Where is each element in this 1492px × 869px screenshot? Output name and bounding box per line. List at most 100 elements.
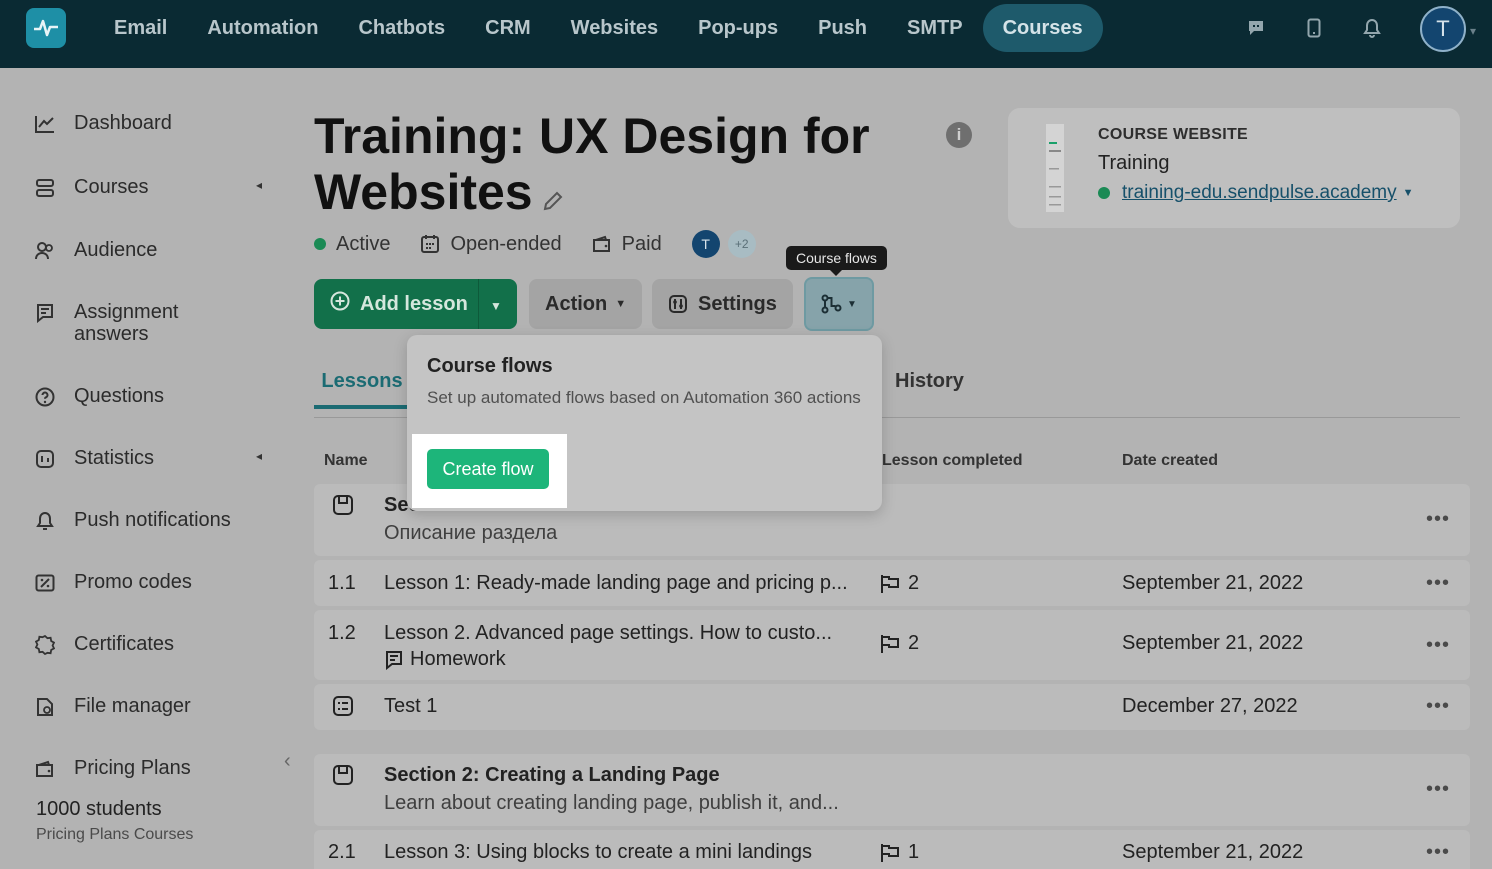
more-options-icon[interactable]: ••• [1426,841,1450,864]
sidebar-item-assignment-answers[interactable]: Assignment answers [34,301,214,345]
more-options-icon[interactable]: ••• [1426,508,1450,531]
lesson-number: 1.2 [328,622,356,644]
section-description: Описание раздела [384,522,558,544]
more-authors-badge[interactable]: +2 [727,230,756,258]
author-avatar[interactable]: T [691,230,720,258]
column-header-date[interactable]: Date created [1122,452,1218,470]
sidebar-label: Audience [74,239,158,261]
chevron-down-icon[interactable]: ▼ [1403,187,1414,199]
website-thumbnail[interactable] [1042,124,1068,212]
sidebar-item-certificates[interactable]: Certificates [34,633,174,656]
homework-icon [386,650,402,670]
user-avatar[interactable]: T [1420,6,1466,52]
test-title[interactable]: Test 1 [384,695,437,718]
nav-automation[interactable]: Automation [187,4,338,52]
table-row[interactable]: Test 1 December 27, 2022 ••• [314,684,1470,730]
duration-info: Open-ended [420,232,562,256]
duration-text: Open-ended [450,232,562,255]
status-text: Active [336,232,391,255]
mobile-icon[interactable] [1298,10,1330,46]
sidebar-item-courses[interactable]: Courses ◂ [34,176,262,199]
website-url-link[interactable]: training-edu.sendpulse.academy ▼ [1098,182,1414,204]
sidebar-item-statistics[interactable]: Statistics ◂ [34,447,262,470]
more-options-icon[interactable]: ••• [1426,695,1450,718]
page-title: Training: UX Design for Websites [314,108,924,224]
wallet-icon [592,235,612,253]
split-divider [478,279,479,329]
popover-title: Course flows [427,355,553,377]
nav-crm[interactable]: CRM [465,4,551,52]
sidebar-item-questions[interactable]: Questions [34,385,164,408]
website-label: COURSE WEBSITE [1098,126,1248,143]
plan-count: 1000 students [36,798,162,820]
nav-courses[interactable]: Courses [982,4,1103,52]
price-info: Paid [592,233,662,256]
more-options-icon[interactable]: ••• [1426,634,1450,657]
lesson-completed: 2 [880,632,919,655]
sidebar-item-push-notifications[interactable]: Push notifications [34,509,231,532]
info-icon[interactable]: i [946,122,972,148]
sidebar: Dashboard Courses ◂ Audience Assignment … [0,68,300,869]
website-url-text[interactable]: training-edu.sendpulse.academy [1122,182,1397,204]
sendpulse-logo-icon[interactable] [26,8,66,48]
more-options-icon[interactable]: ••• [1426,572,1450,595]
date-created: September 21, 2022 [1122,632,1304,654]
status-badge: Active [314,233,390,256]
column-header-completed[interactable]: Lesson completed [882,452,1022,470]
sidebar-item-promo-codes[interactable]: Promo codes [34,571,192,594]
settings-button[interactable]: Settings [652,279,793,329]
course-title-text: Training: UX Design for Websites [314,108,870,220]
chevron-down-icon[interactable]: ▾ [1470,24,1476,38]
course-meta: Active Open-ended Paid T +2 [314,230,756,258]
nav-popups[interactable]: Pop-ups [678,4,798,52]
caret-left-icon: ◂ [256,178,263,192]
add-lesson-button[interactable]: Add lesson ▼ [314,279,517,329]
chevron-down-icon[interactable]: ▼ [490,299,502,313]
edit-pencil-icon[interactable] [541,168,565,224]
nav-email[interactable]: Email [94,4,187,52]
tab-lessons[interactable]: Lessons [314,370,410,409]
nav-websites[interactable]: Websites [551,4,678,52]
sidebar-item-pricing-plans[interactable]: Pricing Plans [34,757,191,780]
layers-icon [34,177,56,199]
nav-push[interactable]: Push [798,4,887,52]
tab-history[interactable]: History [895,370,964,393]
more-options-icon[interactable]: ••• [1426,778,1450,801]
lesson-completed: 1 [880,841,919,864]
completed-count: 2 [908,572,920,594]
popover-description: Set up automated flows based on Automati… [427,388,861,407]
collapse-sidebar-chevron-icon[interactable]: ‹ [284,750,291,773]
section-row[interactable]: Section 2: Creating a Landing Page Learn… [314,754,1470,826]
table-row[interactable]: 1.1 Lesson 1: Ready-made landing page an… [314,560,1470,606]
homework-tag: Homework [384,648,506,671]
sidebar-label: Assignment answers [74,301,179,345]
highlight-spotlight: Create flow [412,434,567,508]
lesson-title[interactable]: Lesson 3: Using blocks to create a mini … [384,841,812,864]
sidebar-item-dashboard[interactable]: Dashboard [34,112,172,135]
chevron-down-icon: ▼ [847,298,857,310]
sidebar-item-file-manager[interactable]: File manager [34,695,191,718]
lesson-title[interactable]: Lesson 1: Ready-made landing page and pr… [384,572,848,595]
action-button[interactable]: Action ▼ [529,279,643,329]
course-flows-button[interactable]: ▼ [804,277,874,331]
bell-icon [34,510,56,532]
sidebar-label: Pricing Plans [74,757,191,779]
nav-chatbots[interactable]: Chatbots [338,4,465,52]
table-row[interactable]: 1.2 Lesson 2. Advanced page settings. Ho… [314,610,1470,680]
table-row[interactable]: 2.1 Lesson 3: Using blocks to create a m… [314,830,1470,869]
chat-icon[interactable] [1240,10,1272,46]
create-flow-button[interactable]: Create flow [427,449,549,489]
notifications-bell-icon[interactable] [1356,10,1388,46]
sidebar-label: Dashboard [74,112,172,134]
sidebar-item-audience[interactable]: Audience [34,239,157,262]
nav-smtp[interactable]: SMTP [887,4,983,52]
calendar-icon [420,234,440,254]
status-dot-icon [1098,187,1110,199]
column-header-name[interactable]: Name [324,452,368,470]
lesson-title[interactable]: Lesson 2. Advanced page settings. How to… [384,622,832,645]
section-title[interactable]: Section 2: Creating a Landing Page [384,764,720,787]
section-icon [332,764,354,792]
top-navbar: Email Automation Chatbots CRM Websites P… [0,0,1492,68]
promo-icon [34,572,56,594]
completed-count: 1 [908,841,920,863]
